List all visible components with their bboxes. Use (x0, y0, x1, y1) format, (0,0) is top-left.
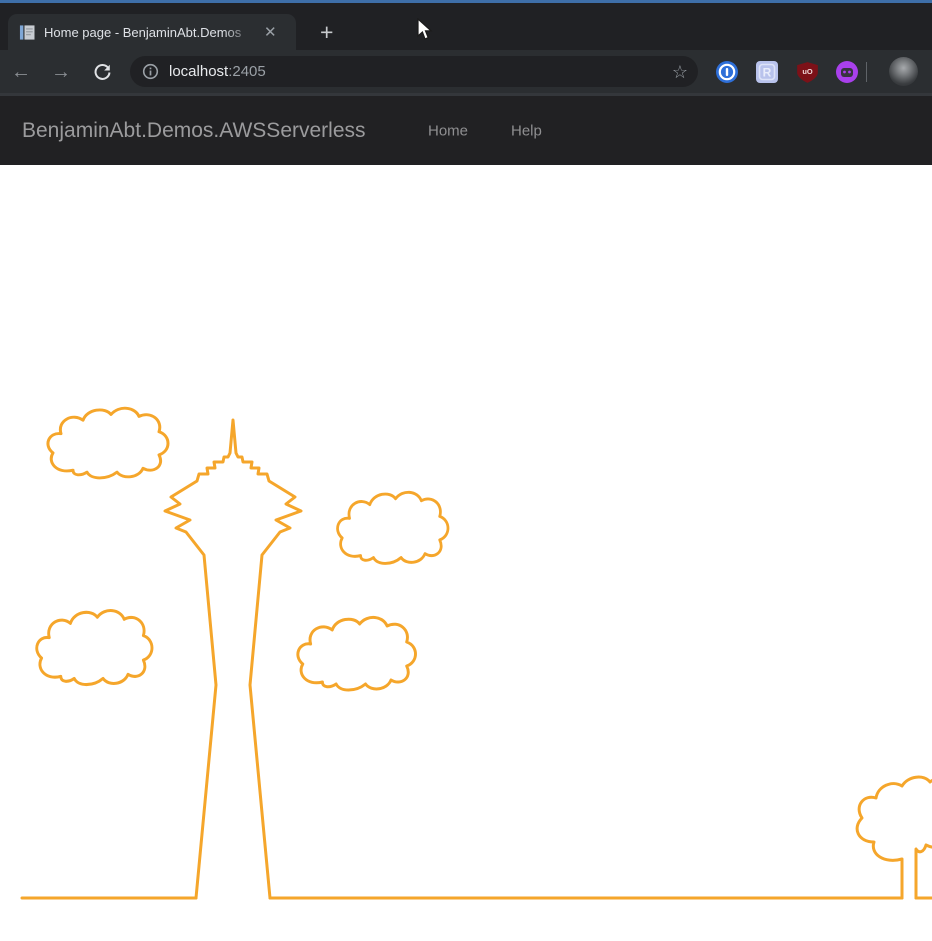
browser-toolbar: ← → localhost:2405 ☆ (0, 50, 932, 93)
url-port: :2405 (228, 63, 266, 80)
space-needle-outline (165, 420, 301, 898)
cloud-top-left (48, 408, 168, 478)
forward-button[interactable]: → (46, 57, 76, 87)
url-text[interactable]: localhost:2405 (169, 63, 672, 80)
svg-text:R: R (763, 66, 772, 80)
cloud-right-upper (338, 492, 448, 563)
site-brand-link[interactable]: BenjaminAbt.Demos.AWSServerless (22, 119, 366, 143)
page-content (0, 165, 932, 941)
site-info-icon[interactable] (142, 63, 159, 80)
cloud-right-lower (298, 617, 416, 690)
cloud-left-lower (37, 611, 152, 685)
url-host: localhost (169, 63, 228, 80)
seattle-space-needle-illustration (0, 165, 932, 941)
bookmark-star-icon[interactable]: ☆ (672, 63, 688, 81)
reload-icon (93, 63, 112, 82)
extension-ublock-icon[interactable]: uO (794, 59, 820, 85)
browser-window: Home page - BenjaminAbt.Demos ✕ + ← → (0, 0, 932, 941)
reload-button[interactable] (87, 57, 117, 87)
nav-link-help[interactable]: Help (511, 122, 542, 139)
toolbar-separator (866, 62, 867, 82)
tab-strip: Home page - BenjaminAbt.Demos ✕ + (0, 3, 932, 50)
tree-outline (857, 777, 932, 898)
page-favicon-icon (19, 24, 36, 41)
profile-avatar[interactable] (889, 57, 918, 86)
tab-close-icon[interactable]: ✕ (264, 25, 277, 40)
nav-link-home[interactable]: Home (428, 122, 468, 139)
browser-tab[interactable]: Home page - BenjaminAbt.Demos ✕ (8, 14, 296, 50)
forward-icon: → (51, 62, 71, 82)
extension-r-icon[interactable]: R (754, 59, 780, 85)
back-icon: ← (11, 62, 31, 82)
svg-text:uO: uO (802, 67, 813, 76)
mouse-cursor-icon (417, 18, 433, 42)
back-button[interactable]: ← (6, 57, 36, 87)
address-bar[interactable]: localhost:2405 ☆ (130, 56, 698, 87)
tab-title: Home page - BenjaminAbt.Demos (44, 25, 262, 40)
new-tab-button[interactable]: + (320, 21, 333, 43)
site-navbar: BenjaminAbt.Demos.AWSServerless Home Hel… (0, 96, 932, 165)
extension-1password-icon[interactable] (714, 59, 740, 85)
extension-purple-icon[interactable] (834, 59, 860, 85)
